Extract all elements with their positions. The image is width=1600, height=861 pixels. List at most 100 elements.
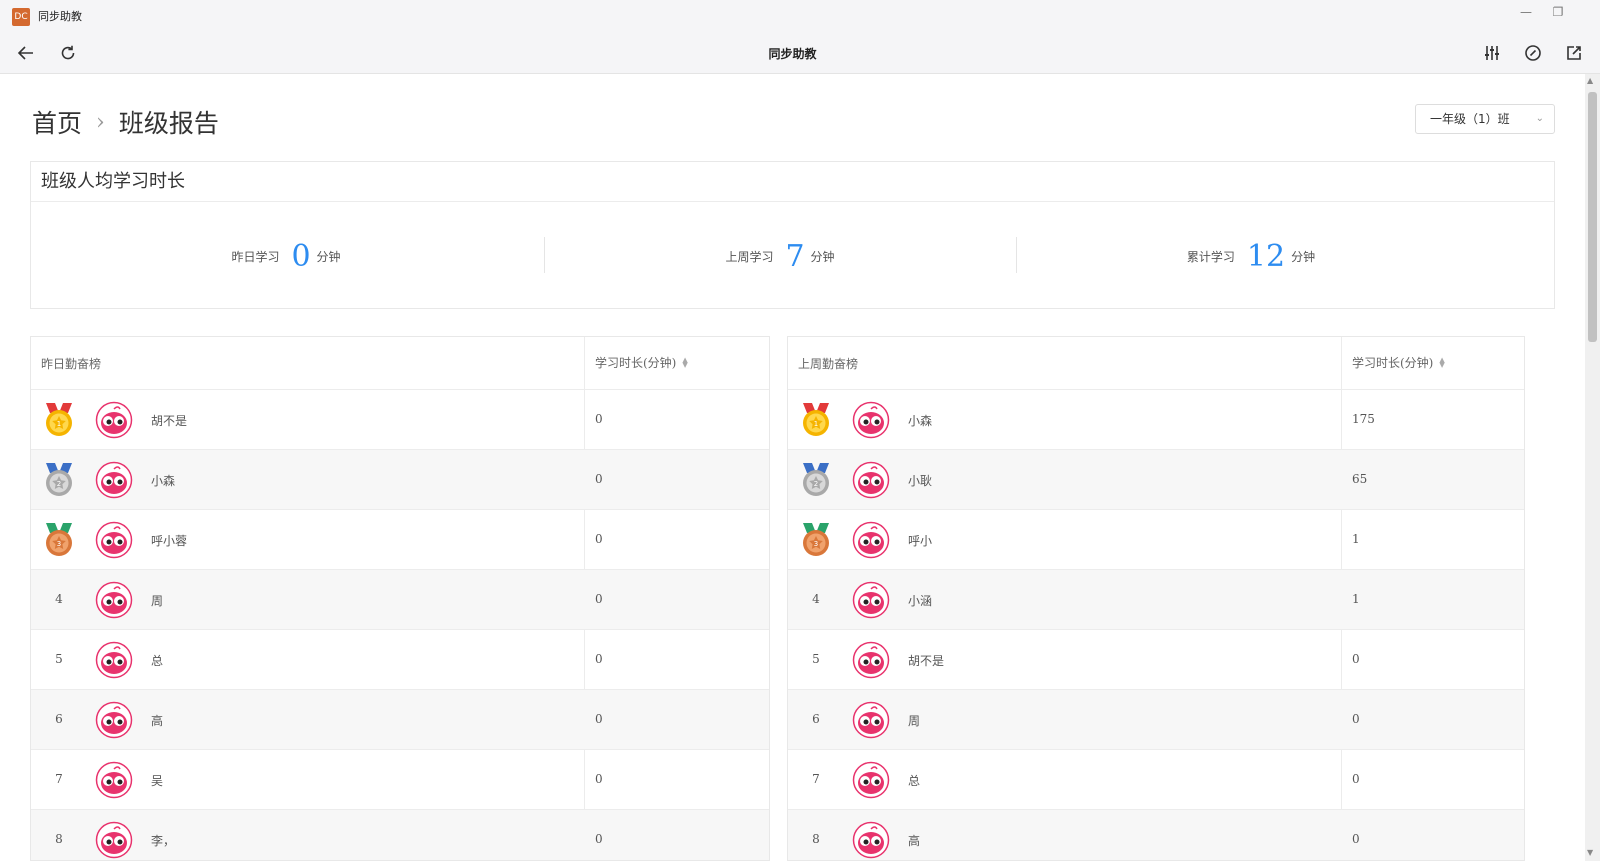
stat-label: 上周学习 [725, 249, 774, 264]
avatar-icon [852, 701, 890, 739]
yesterday-ranking-table: 昨日勤奋榜 学习时长(分钟) ▲ ▼ 1 胡不是 0 2 小森 0 3 呼小蓉 0 4 周 0 5 总 0 6 高… [30, 336, 770, 861]
avatar-icon [852, 401, 890, 439]
student-name: 总 [908, 774, 921, 788]
column-label: 学习时长(分钟) [1352, 356, 1434, 370]
table-header: 上周勤奋榜 学习时长(分钟) ▲ ▼ [788, 337, 1524, 390]
avatar-icon [95, 581, 133, 619]
svg-text:2: 2 [814, 480, 818, 488]
breadcrumb-home[interactable]: 首页 [32, 104, 82, 140]
student-name: 高 [151, 714, 164, 728]
class-select[interactable]: 一年级（1）班 ⌄ [1415, 104, 1555, 134]
restore-button[interactable]: ❐ [1547, 2, 1569, 22]
avatar-icon [95, 761, 133, 799]
table-row: 4 周 0 [31, 570, 769, 630]
sort-header-minutes[interactable]: 学习时长(分钟) ▲ ▼ [1352, 354, 1445, 371]
share-icon [1567, 46, 1581, 60]
sort-icon[interactable]: ▲ ▼ [682, 356, 687, 368]
scroll-thumb[interactable] [1588, 92, 1597, 342]
study-minutes: 0 [1352, 832, 1360, 846]
compass-button[interactable] [1521, 41, 1545, 65]
column-label: 学习时长(分钟) [595, 356, 677, 370]
student-name: 小森 [908, 414, 933, 428]
table-header: 昨日勤奋榜 学习时长(分钟) ▲ ▼ [31, 337, 769, 390]
study-minutes: 0 [595, 772, 603, 786]
study-minutes: 65 [1352, 472, 1368, 486]
rank-number: 8 [812, 832, 820, 846]
table-row: 6 周 0 [788, 690, 1524, 750]
table-row: 1 胡不是 0 [31, 390, 769, 450]
table-body: 1 胡不是 0 2 小森 0 3 呼小蓉 0 4 周 0 5 总 0 6 高 0 7 吴 0 8 李， 0 [31, 390, 769, 860]
rank-number: 7 [55, 772, 63, 786]
stat-value: 12 [1246, 238, 1286, 274]
student-name: 呼小蓉 [151, 534, 188, 548]
window-titlebar: DC 同步助教 — ❐ [0, 0, 1600, 32]
table-row: 2 小耿 65 [788, 450, 1524, 510]
table-row: 4 小涵 1 [788, 570, 1524, 630]
stat-unit: 分钟 [1291, 249, 1316, 264]
study-minutes: 175 [1352, 412, 1375, 426]
medal-icon: 1 [46, 403, 72, 436]
table-row: 1 小森 175 [788, 390, 1524, 450]
medal-icon: 2 [46, 463, 72, 496]
table-row: 7 总 0 [788, 750, 1524, 810]
study-minutes: 0 [595, 412, 603, 426]
lastweek-ranking-table: 上周勤奋榜 学习时长(分钟) ▲ ▼ 1 小森 175 2 小耿 65 3 呼小 1 4 小涵 1 5 胡不… [787, 336, 1525, 861]
study-minutes: 0 [595, 652, 603, 666]
svg-text:2: 2 [57, 480, 61, 488]
chevron-down-icon: ⌄ [1535, 113, 1544, 124]
study-minutes: 1 [1352, 532, 1360, 546]
student-name: 吴 [151, 774, 164, 788]
window-title: 同步助教 [38, 10, 82, 23]
student-name: 小森 [151, 474, 176, 488]
sort-icon[interactable]: ▲ ▼ [1439, 356, 1444, 368]
table-row: 3 呼小蓉 0 [31, 510, 769, 570]
vertical-scrollbar[interactable]: ▲ ▼ [1585, 74, 1600, 861]
study-minutes: 0 [1352, 712, 1360, 726]
breadcrumb: 首页 › 班级报告 [32, 104, 219, 140]
minimize-button[interactable]: — [1515, 2, 1537, 22]
medal-icon: 2 [803, 463, 829, 496]
rank-number: 6 [55, 712, 63, 726]
study-minutes: 0 [595, 592, 603, 606]
svg-text:1: 1 [814, 420, 818, 428]
avatar-icon [95, 641, 133, 679]
settings-sliders-icon [1485, 46, 1499, 60]
sort-header-minutes[interactable]: 学习时长(分钟) ▲ ▼ [595, 354, 688, 371]
student-name: 周 [908, 714, 921, 728]
study-minutes: 0 [595, 712, 603, 726]
page-content: 首页 › 班级报告 一年级（1）班 ⌄ 班级人均学习时长 昨日学习 0 分钟 上… [0, 74, 1585, 861]
avatar-icon [852, 821, 890, 859]
stat-value: 7 [785, 238, 805, 274]
avatar-icon [95, 461, 133, 499]
scroll-down-icon[interactable]: ▼ [1587, 848, 1593, 857]
student-name: 胡不是 [908, 654, 945, 668]
study-minutes: 0 [1352, 652, 1360, 666]
avatar-icon [852, 761, 890, 799]
table-row: 5 胡不是 0 [788, 630, 1524, 690]
scroll-up-icon[interactable]: ▲ [1587, 76, 1593, 85]
medal-icon: 1 [803, 403, 829, 436]
student-name: 小耿 [908, 474, 933, 488]
table-row: 5 总 0 [31, 630, 769, 690]
avatar-icon [852, 641, 890, 679]
table-title: 上周勤奋榜 [798, 357, 859, 371]
study-minutes: 0 [595, 832, 603, 846]
table-row: 6 高 0 [31, 690, 769, 750]
rank-number: 5 [55, 652, 63, 666]
stats-title: 班级人均学习时长 [31, 162, 1554, 202]
app-icon: DC [12, 8, 30, 26]
settings-button[interactable] [1480, 41, 1504, 65]
class-select-value: 一年级（1）班 [1430, 112, 1510, 126]
stat-value: 0 [291, 238, 311, 274]
study-minutes: 0 [595, 472, 603, 486]
share-button[interactable] [1562, 41, 1586, 65]
table-body: 1 小森 175 2 小耿 65 3 呼小 1 4 小涵 1 5 胡不是 0 6 周 0 7 总 0 8 高 0 [788, 390, 1524, 860]
avatar-icon [95, 521, 133, 559]
student-name: 周 [151, 594, 164, 608]
rank-number: 4 [812, 592, 820, 606]
student-name: 胡不是 [151, 414, 188, 428]
svg-text:3: 3 [57, 540, 61, 548]
rank-number: 7 [812, 772, 820, 786]
stat-label: 累计学习 [1186, 249, 1235, 264]
rank-number: 4 [55, 592, 63, 606]
